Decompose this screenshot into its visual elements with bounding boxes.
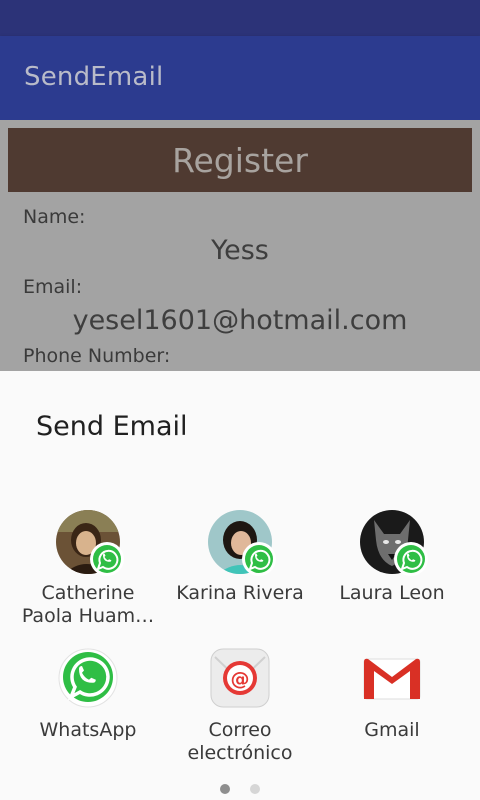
share-target-contact-3[interactable]: Laura Leon: [312, 510, 472, 630]
sheet-title: Send Email: [36, 411, 188, 442]
email-value: yesel1601@hotmail.com: [72, 305, 408, 336]
email-app-icon: @: [209, 647, 271, 709]
page-dot-active[interactable]: [220, 784, 230, 794]
share-target-contact-1[interactable]: Catherine Paola Huam…: [8, 510, 168, 630]
email-label: Email:: [23, 276, 83, 298]
whatsapp-icon: [57, 647, 119, 709]
register-header: Register: [8, 128, 472, 192]
contact-name-line2: Paola Huam…: [21, 605, 155, 627]
register-header-text: Register: [172, 140, 308, 180]
app-label-line1: Correo: [208, 719, 272, 741]
app-bar: SendEmail: [0, 36, 480, 120]
page-dot[interactable]: [250, 784, 260, 794]
status-bar: [0, 0, 480, 36]
phone-label: Phone Number:: [23, 345, 171, 367]
app-title: SendEmail: [24, 62, 164, 92]
contact-name-line1: Karina Rivera: [176, 582, 304, 604]
share-target-gmail[interactable]: Gmail: [312, 647, 472, 767]
share-target-whatsapp[interactable]: WhatsApp: [8, 647, 168, 767]
share-sheet: Send Email Catherine Paola Huam… Karina …: [0, 371, 480, 800]
gmail-icon: [361, 647, 423, 709]
name-label: Name:: [23, 206, 86, 228]
app-label-line1: WhatsApp: [39, 719, 137, 741]
whatsapp-badge-icon: [394, 542, 428, 576]
register-form: Register Name: Yess Email: yesel1601@hot…: [0, 120, 480, 371]
share-target-contact-2[interactable]: Karina Rivera: [160, 510, 320, 630]
app-label-line1: Gmail: [364, 719, 420, 741]
app-label-line2: electrónico: [187, 742, 293, 764]
whatsapp-badge-icon: [242, 542, 276, 576]
name-value: Yess: [211, 235, 269, 266]
contact-name-line1: Catherine: [41, 582, 135, 604]
whatsapp-badge-icon: [90, 542, 124, 576]
svg-text:@: @: [231, 668, 250, 690]
page-indicator: [0, 784, 480, 794]
contact-name-line1: Laura Leon: [339, 582, 445, 604]
share-target-email[interactable]: @ Correo electrónico: [160, 647, 320, 767]
